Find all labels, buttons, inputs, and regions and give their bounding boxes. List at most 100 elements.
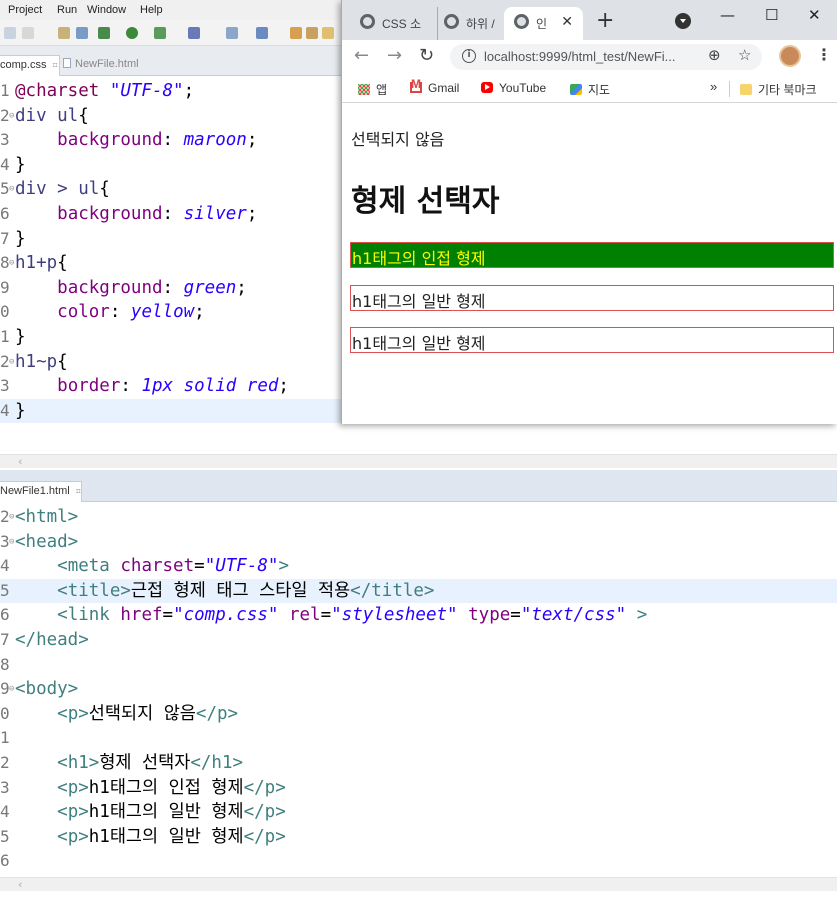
code-line[interactable]: 3 ⊖ <head> (0, 530, 837, 555)
code-line[interactable]: 6 (0, 849, 837, 874)
code-text: <p>h1태그의 일반 형제</p> (15, 825, 286, 850)
tab-newfile-html-label: NewFile.html (75, 58, 139, 70)
code-token: background (57, 130, 163, 151)
code-text: @charset "UTF-8"; (15, 79, 194, 104)
zoom-icon[interactable]: ⊕ (708, 46, 721, 64)
toolbar-icon[interactable] (4, 27, 16, 39)
code-token: <meta (57, 556, 121, 577)
line-number: 7 (0, 629, 10, 649)
code-token: div ul (15, 105, 79, 126)
browser-tab-active[interactable]: 인 ✕ (504, 7, 583, 40)
code-line[interactable]: 6 <link href="comp.css" rel="stylesheet"… (0, 603, 837, 628)
html-editor-hscrollbar[interactable]: ‹ (0, 877, 837, 891)
code-line[interactable]: 1 (0, 726, 837, 751)
toolbar-icon[interactable] (188, 27, 200, 39)
fold-icon[interactable]: ⊖ (9, 505, 14, 530)
close-icon[interactable]: ⌗ (76, 486, 81, 496)
plus-icon[interactable]: + (596, 8, 614, 33)
close-icon[interactable]: ⌗ (52, 60, 57, 70)
line-number: 4 (0, 802, 10, 822)
toolbar-icon[interactable] (226, 27, 238, 39)
fold-icon[interactable]: ⊖ (9, 530, 14, 555)
bookmark-gmail[interactable]: Gmail (410, 77, 459, 95)
fold-icon[interactable]: ⊖ (9, 177, 14, 202)
info-icon[interactable]: i (462, 49, 476, 63)
toolbar-icon[interactable] (290, 27, 302, 39)
browser-tab-descendant[interactable]: 하위 / (437, 7, 505, 40)
star-icon[interactable]: ☆ (738, 46, 751, 64)
tab-newfile-html[interactable]: NewFile.html (63, 55, 145, 76)
code-line[interactable]: 5 <title>근접 형제 태그 스타일 적용</title> (0, 578, 837, 604)
html-editor[interactable]: NewFile1.html ⌗ 2 ⊖ <html> 3 ⊖ <head> 4 <meta c… (0, 474, 837, 900)
browser-titlebar: CSS 소 하위 / 인 ✕ + — ☐ ✕ (342, 0, 837, 40)
other-bookmarks[interactable]: 기타 북마크 (740, 81, 817, 98)
avatar[interactable] (779, 45, 801, 67)
code-line[interactable]: 2 ⊖ <html> (0, 505, 837, 530)
close-window-button[interactable]: ✕ (808, 6, 821, 24)
html-code-area[interactable]: 2 ⊖ <html> 3 ⊖ <head> 4 <meta charset="UTF-8">… (0, 505, 837, 874)
debug-icon[interactable] (126, 27, 138, 39)
browser-tab-css[interactable]: CSS 소 (360, 7, 428, 40)
code-text: color: yellow; (15, 300, 205, 325)
code-token: <title> (57, 580, 131, 601)
toolbar-icon[interactable] (76, 27, 88, 39)
fold-icon[interactable]: ⊖ (9, 104, 14, 129)
fold-icon[interactable]: ⊖ (9, 251, 14, 276)
tab-search-icon[interactable] (675, 13, 691, 29)
more-options-icon[interactable]: ⋮ (816, 45, 832, 64)
menu-project[interactable]: Project (8, 4, 42, 16)
menu-help[interactable]: Help (140, 4, 163, 16)
tab-close-icon[interactable]: ✕ (561, 13, 573, 30)
code-line[interactable]: 4 <meta charset="UTF-8"> (0, 554, 837, 579)
bookmark-apps[interactable]: 앱 (358, 81, 387, 98)
fold-icon[interactable]: ⊖ (9, 350, 14, 375)
toolbar-icon[interactable] (256, 27, 268, 39)
url-text[interactable]: localhost:9999/html_test/NewFi... (484, 49, 675, 64)
toolbar-icon[interactable] (306, 27, 318, 39)
code-token: background (57, 277, 163, 298)
code-token: } (15, 154, 26, 175)
bookmark-maps[interactable]: 지도 (570, 81, 610, 98)
toolbar-icon[interactable] (58, 27, 70, 39)
minimize-button[interactable]: — (720, 6, 735, 24)
forward-icon[interactable]: → (387, 45, 402, 66)
code-token: h1태그의 일반 형제 (88, 802, 244, 823)
code-text: div ul{ (15, 104, 89, 129)
toolbar-icon[interactable] (22, 27, 34, 39)
scroll-left-icon[interactable]: ‹ (18, 455, 22, 468)
code-line[interactable]: 8 (0, 653, 837, 678)
code-token: <body> (15, 679, 79, 700)
code-line[interactable]: 2 <h1>형제 선택자</h1> (0, 751, 837, 776)
code-token: </p> (195, 703, 239, 724)
maximize-button[interactable]: ☐ (765, 6, 778, 24)
toolbar-icon[interactable] (322, 27, 334, 39)
run-icon[interactable] (98, 27, 110, 39)
bookmark-youtube[interactable]: YouTube (481, 81, 546, 95)
tab-newfile1-html[interactable]: NewFile1.html ⌗ (0, 481, 82, 502)
bookmarks-overflow[interactable]: » (710, 79, 717, 94)
code-token: > (278, 556, 289, 577)
css-editor-hscrollbar[interactable]: ‹ (0, 454, 837, 468)
code-line[interactable]: 9 ⊖ <body> (0, 677, 837, 702)
menu-run[interactable]: Run (57, 4, 77, 16)
back-icon[interactable]: ← (354, 45, 369, 66)
fold-icon[interactable]: ⊖ (9, 677, 14, 702)
code-token: <head> (15, 531, 79, 552)
line-number: 3 (0, 130, 10, 150)
code-line[interactable]: 5 <p>h1태그의 일반 형제</p> (0, 825, 837, 850)
reload-icon[interactable]: ↻ (419, 45, 434, 66)
code-token: h1태그의 인접 형제 (88, 777, 244, 798)
scroll-left-icon[interactable]: ‹ (18, 878, 22, 891)
code-line[interactable]: 0 <p>선택되지 않음</p> (0, 702, 837, 727)
code-line[interactable]: 7 </head> (0, 628, 837, 653)
code-line[interactable]: 4 <p>h1태그의 일반 형제</p> (0, 800, 837, 825)
address-bar[interactable]: i localhost:9999/html_test/NewFi... ⊕ ☆ (450, 44, 762, 70)
code-token: </p> (243, 826, 286, 847)
menu-window[interactable]: Window (87, 4, 126, 16)
tab-comp-css[interactable]: comp.css ⌗ (0, 55, 60, 76)
toolbar-icon[interactable] (154, 27, 166, 39)
code-line[interactable]: 3 <p>h1태그의 인접 형제</p> (0, 776, 837, 801)
